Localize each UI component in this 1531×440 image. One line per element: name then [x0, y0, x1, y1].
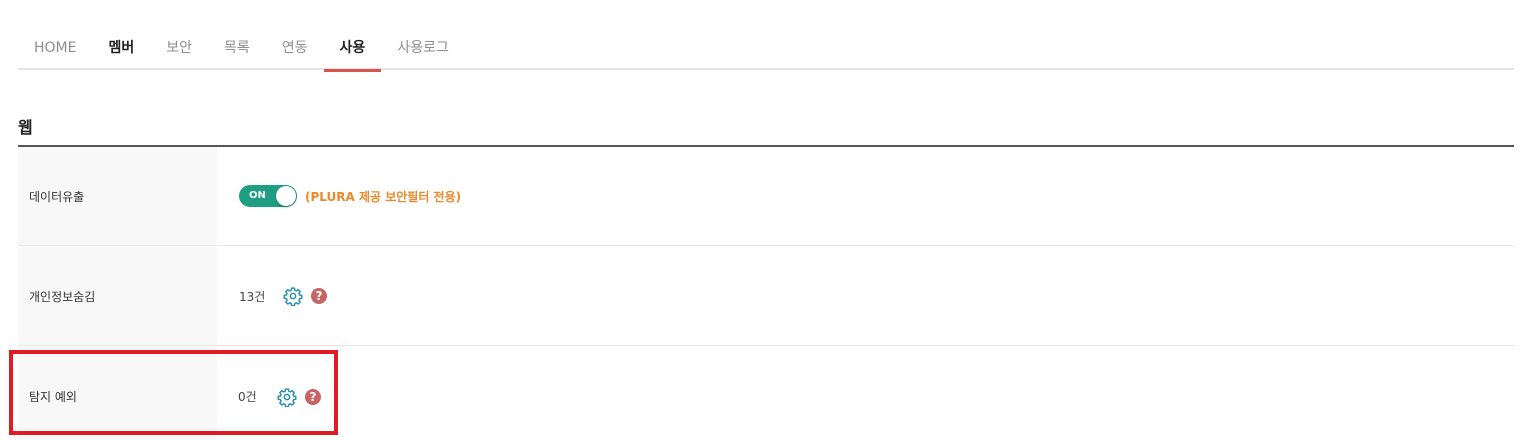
- setting-row-privacy-mask: 개인정보숨김 13건 ?: [18, 247, 1514, 346]
- gear-icon[interactable]: [283, 286, 303, 306]
- tab-home[interactable]: HOME: [18, 28, 92, 70]
- privacy-mask-count: 13건: [239, 289, 266, 304]
- tab-member[interactable]: 멤버: [92, 28, 150, 70]
- tab-list[interactable]: 목록: [208, 28, 266, 70]
- page: HOME 멤버 보안 목록 연동 사용 사용로그 웹 데이터유출 ON (PLU…: [0, 0, 1531, 440]
- setting-label: 데이터유출: [18, 147, 217, 245]
- toggle-knob: [276, 186, 296, 206]
- data-leak-toggle[interactable]: ON: [239, 185, 297, 207]
- setting-value: ON (PLURA 제공 보안필터 전용): [217, 147, 1514, 245]
- security-filter-note: (PLURA 제공 보안필터 전용): [305, 189, 462, 204]
- help-icon[interactable]: ?: [309, 286, 329, 306]
- tab-usage[interactable]: 사용: [323, 28, 382, 72]
- help-icon[interactable]: ?: [303, 387, 323, 407]
- tab-security[interactable]: 보안: [150, 28, 208, 70]
- setting-row-detection-exception: 탐지 예외 0건 ?: [18, 347, 1514, 440]
- setting-label: 개인정보숨김: [18, 247, 217, 345]
- tab-usage-log[interactable]: 사용로그: [381, 28, 465, 70]
- setting-value: 13건 ?: [217, 247, 1514, 345]
- gear-icon[interactable]: [277, 387, 297, 407]
- detection-exception-count: 0건: [238, 390, 257, 404]
- toggle-label: ON: [249, 190, 266, 201]
- setting-label: 탐지 예외: [18, 347, 217, 440]
- help-glyph: ?: [305, 388, 321, 405]
- tab-integration[interactable]: 연동: [266, 28, 324, 70]
- setting-value: 0건 ?: [217, 347, 1514, 440]
- setting-row-data-leak: 데이터유출 ON (PLURA 제공 보안필터 전용): [18, 147, 1514, 246]
- tab-bar: HOME 멤버 보안 목록 연동 사용 사용로그: [18, 28, 1514, 72]
- help-glyph: ?: [311, 288, 327, 304]
- section-title: 웹: [18, 118, 33, 137]
